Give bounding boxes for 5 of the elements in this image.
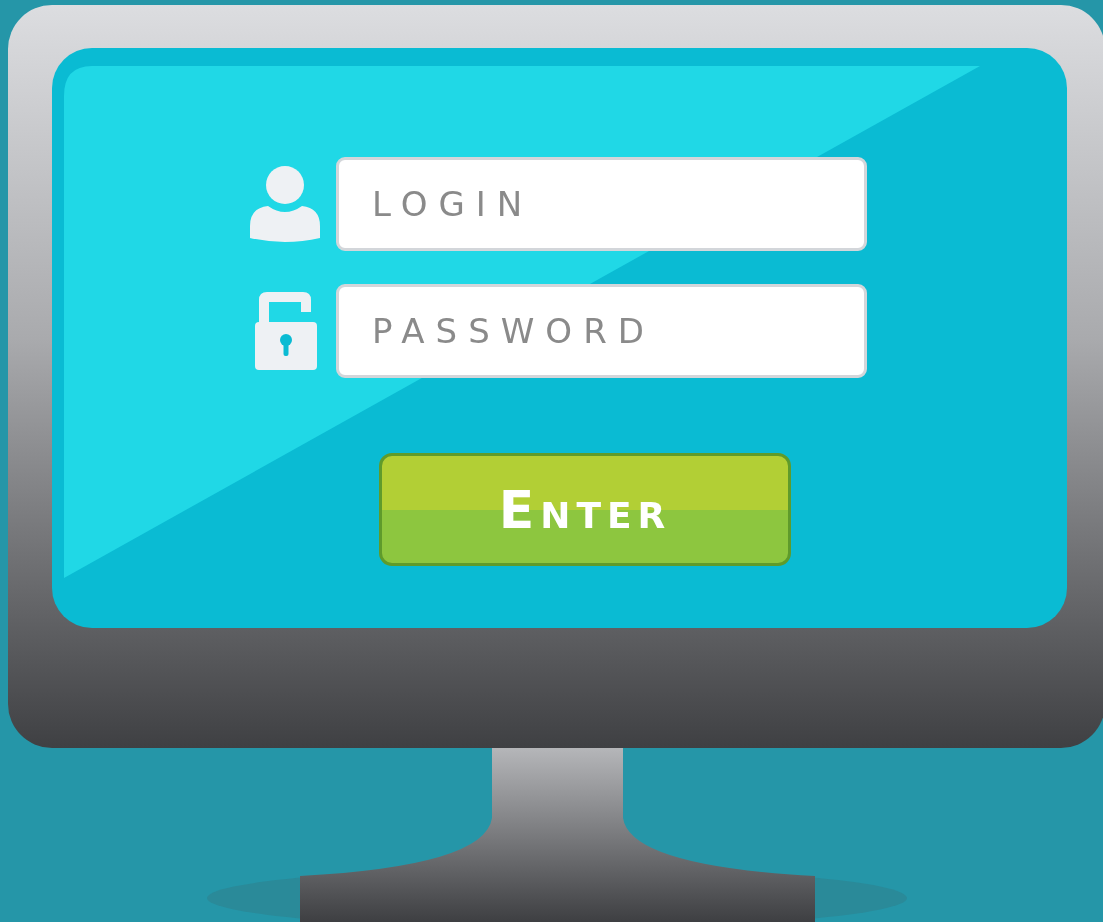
login-field[interactable]: LOGIN [336, 157, 867, 251]
password-field[interactable]: PASSWORD [336, 284, 867, 378]
user-icon [250, 165, 320, 243]
lock-icon [255, 292, 317, 370]
enter-button[interactable]: Enter [379, 453, 791, 566]
